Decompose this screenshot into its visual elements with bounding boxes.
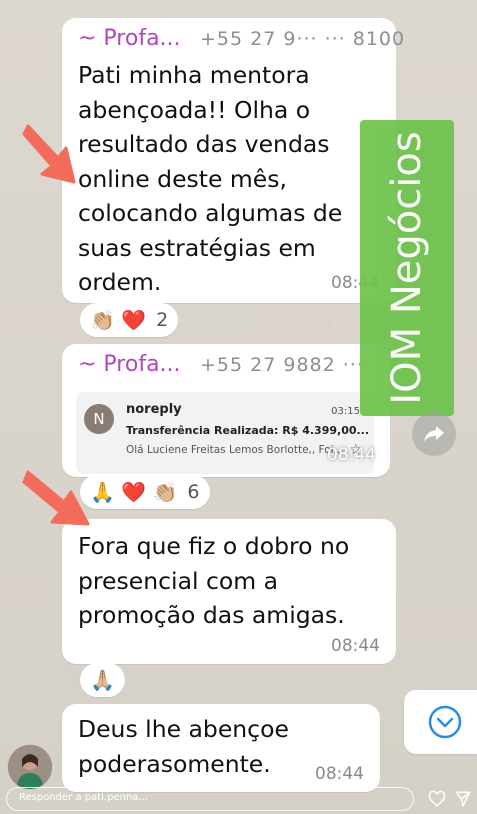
reaction-emojis: 🙏 ❤️ 👏🏼 — [90, 480, 178, 504]
reaction-emojis: 🙏🏼 — [90, 668, 115, 692]
scroll-down-button[interactable] — [404, 690, 477, 754]
heart-icon[interactable] — [428, 790, 446, 808]
message-line: ordem. — [78, 268, 162, 296]
reaction-count: 6 — [187, 481, 200, 503]
message-line: Deus lhe abençoe — [78, 715, 289, 743]
reactions-badge-1[interactable]: 👏🏼 ❤️ 2 — [80, 303, 179, 337]
message-text: Fora que fiz o dobro no presencial com a… — [78, 529, 349, 633]
message-line: resultado das vendas — [78, 130, 330, 158]
reply-input[interactable]: Responder a pati.penna... — [6, 787, 414, 811]
email-sender: noreply — [126, 402, 182, 417]
email-avatar: N — [84, 404, 114, 434]
message-time: 08:44 — [327, 445, 376, 465]
message-text: Pati minha mentora abençoada!! Olha o re… — [78, 58, 342, 300]
reaction-count: 2 — [156, 309, 169, 331]
message-line: poderasomente. — [78, 749, 271, 778]
forward-button[interactable] — [412, 412, 456, 456]
message-time: 08:44 — [315, 764, 364, 784]
sender-phone: +55 27 9··· ··· 8100 — [200, 28, 406, 50]
message-bubble-1[interactable]: ~ Profa... +55 27 9··· ··· 8100 Pati min… — [62, 18, 404, 303]
sender-name[interactable]: ~ Profa... — [78, 352, 181, 377]
brand-banner: IOM Negócios — [360, 120, 454, 416]
email-time: 03:15 — [331, 406, 360, 417]
sender-name[interactable]: ~ Profa... — [78, 26, 181, 51]
message-line: Fora que fiz o dobro no — [78, 532, 350, 560]
message-line: suas estratégias em — [78, 233, 316, 262]
send-icon[interactable] — [454, 790, 472, 808]
message-bubble-3[interactable]: Fora que fiz o dobro no presencial com a… — [62, 519, 396, 664]
arrow-annotation-2 — [22, 470, 90, 526]
arrow-annotation-1 — [22, 124, 76, 184]
email-subject: Transferência Realizada: R$ 4.399,00... — [126, 424, 370, 437]
forward-icon — [424, 426, 444, 442]
message-line: abençoada!! Olha o — [78, 95, 311, 124]
message-line: presencial com a — [78, 566, 279, 595]
brand-banner-text: IOM Negócios — [384, 131, 430, 405]
sender-phone: +55 27 9882 ··· — [200, 354, 364, 376]
email-preview: Olá Luciene Freitas Lemos Borlotte,, Foi… — [126, 444, 344, 456]
message-line: promoção das amigas. — [78, 601, 345, 629]
message-line: colocando algumas de — [78, 199, 343, 227]
reply-placeholder: Responder a pati.penna... — [19, 792, 148, 803]
profile-photo — [8, 745, 52, 789]
reaction-emojis: 👏🏼 ❤️ — [90, 308, 147, 332]
avatar[interactable] — [7, 744, 53, 790]
reactions-badge-2[interactable]: 🙏 ❤️ 👏🏼 6 — [80, 475, 210, 509]
message-text: Deus lhe abençoe poderasomente. — [78, 712, 289, 781]
reactions-badge-3[interactable]: 🙏🏼 — [80, 663, 125, 697]
chevron-down-icon — [428, 705, 462, 739]
message-bubble-4[interactable]: Deus lhe abençoe poderasomente. 08:44 — [62, 704, 380, 792]
message-line: Pati minha mentora — [78, 61, 310, 89]
message-time: 08:44 — [331, 636, 380, 656]
message-line: online deste mês, — [78, 164, 287, 193]
message-bubble-2[interactable]: ~ Profa... +55 27 9882 ··· N noreply 03:… — [62, 344, 390, 477]
